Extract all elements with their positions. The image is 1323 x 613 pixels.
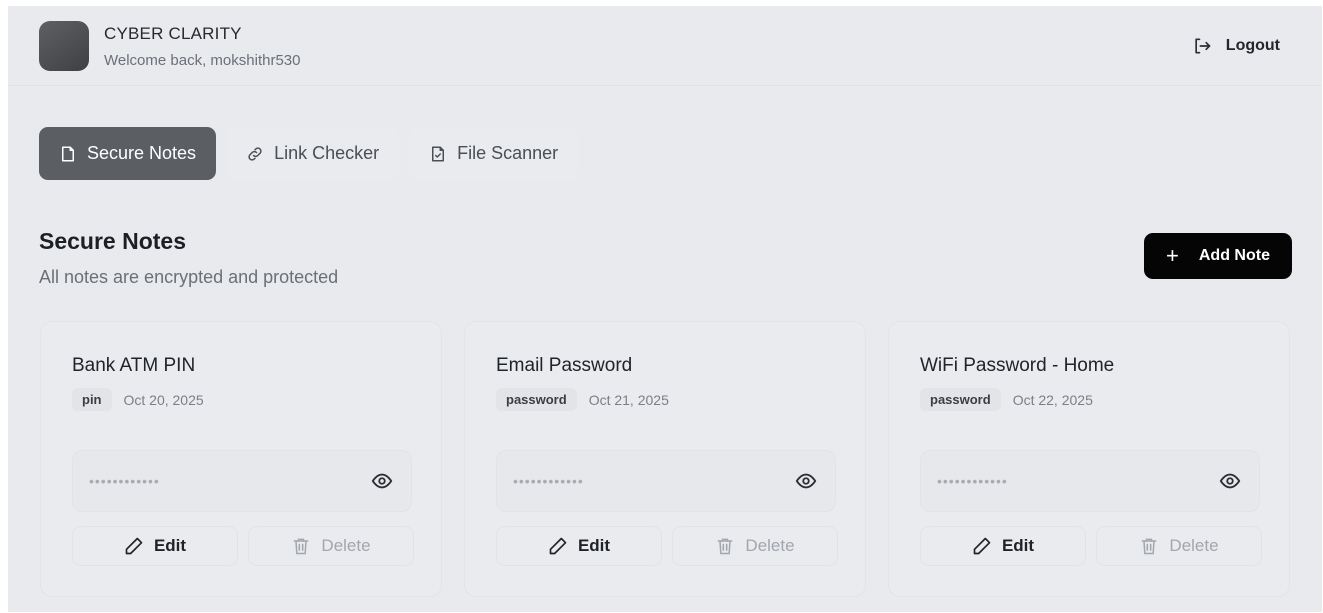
section-title: Secure Notes <box>39 228 187 254</box>
delete-button[interactable]: Delete <box>1096 526 1262 566</box>
note-meta: password Oct 21, 2025 <box>496 388 669 411</box>
edit-button[interactable]: Edit <box>72 526 238 566</box>
eye-icon[interactable] <box>1219 470 1241 492</box>
note-card: Email Password password Oct 21, 2025 •••… <box>464 321 866 597</box>
pencil-icon <box>973 537 991 555</box>
note-title: Bank ATM PIN <box>72 355 196 376</box>
avatar <box>39 21 89 71</box>
note-card: WiFi Password - Home password Oct 22, 20… <box>888 321 1290 597</box>
note-secret-field: •••••••••••• <box>72 450 412 512</box>
masked-secret: •••••••••••• <box>937 473 1008 489</box>
note-secret-field: •••••••••••• <box>920 450 1260 512</box>
trash-icon <box>718 538 733 555</box>
brand-title: CYBER CLARITY <box>104 24 242 43</box>
note-date: Oct 21, 2025 <box>588 391 669 408</box>
note-tag: password <box>496 388 577 411</box>
trash-icon <box>1142 538 1157 555</box>
logout-button[interactable]: Logout <box>1192 34 1280 58</box>
note-secret-field: •••••••••••• <box>496 450 836 512</box>
edit-label: Edit <box>153 536 187 555</box>
section-subtitle: All notes are encrypted and protected <box>39 267 339 287</box>
tab-link-checker[interactable]: Link Checker <box>226 127 400 180</box>
note-tag: password <box>920 388 1001 411</box>
welcome-text: Welcome back, mokshithr530 <box>104 52 301 69</box>
link-icon <box>248 146 262 161</box>
logout-label: Logout <box>1225 37 1280 54</box>
plus-icon: + <box>1166 243 1179 268</box>
edit-label: Edit <box>577 536 611 555</box>
note-title: Email Password <box>496 355 633 376</box>
delete-label: Delete <box>745 536 795 555</box>
pencil-icon <box>549 537 567 555</box>
tab-secure-notes[interactable]: Secure Notes <box>39 127 217 180</box>
eye-icon[interactable] <box>795 470 817 492</box>
logout-icon <box>1195 38 1211 54</box>
note-meta: pin Oct 20, 2025 <box>72 388 204 411</box>
masked-secret: •••••••••••• <box>513 473 584 489</box>
edit-label: Edit <box>1001 536 1035 555</box>
note-card: Bank ATM PIN pin Oct 20, 2025 ••••••••••… <box>40 321 442 597</box>
file-check-icon <box>432 146 445 161</box>
note-tag: pin <box>72 388 112 411</box>
app-header: CYBER CLARITY Welcome back, mokshithr530… <box>8 6 1322 86</box>
note-meta: password Oct 22, 2025 <box>920 388 1093 411</box>
add-note-label: Add Note <box>1198 247 1270 264</box>
tab-file-scanner[interactable]: File Scanner <box>409 127 579 180</box>
add-note-button[interactable]: + Add Note <box>1144 233 1292 279</box>
tab-label: Link Checker <box>274 143 380 163</box>
delete-button[interactable]: Delete <box>672 526 838 566</box>
pencil-icon <box>125 537 143 555</box>
delete-button[interactable]: Delete <box>248 526 414 566</box>
tab-label: File Scanner <box>457 143 559 163</box>
note-date: Oct 22, 2025 <box>1012 391 1093 408</box>
trash-icon <box>294 538 309 555</box>
tab-label: Secure Notes <box>87 143 197 163</box>
note-date: Oct 20, 2025 <box>123 391 204 408</box>
edit-button[interactable]: Edit <box>496 526 662 566</box>
delete-label: Delete <box>1169 536 1219 555</box>
note-icon <box>62 146 74 161</box>
eye-icon[interactable] <box>371 470 393 492</box>
note-title: WiFi Password - Home <box>920 355 1115 376</box>
tab-bar: Secure Notes Link Checker File Scanner <box>39 127 579 180</box>
delete-label: Delete <box>321 536 371 555</box>
masked-secret: •••••••••••• <box>89 473 160 489</box>
app-window: CYBER CLARITY Welcome back, mokshithr530… <box>8 6 1322 612</box>
edit-button[interactable]: Edit <box>920 526 1086 566</box>
